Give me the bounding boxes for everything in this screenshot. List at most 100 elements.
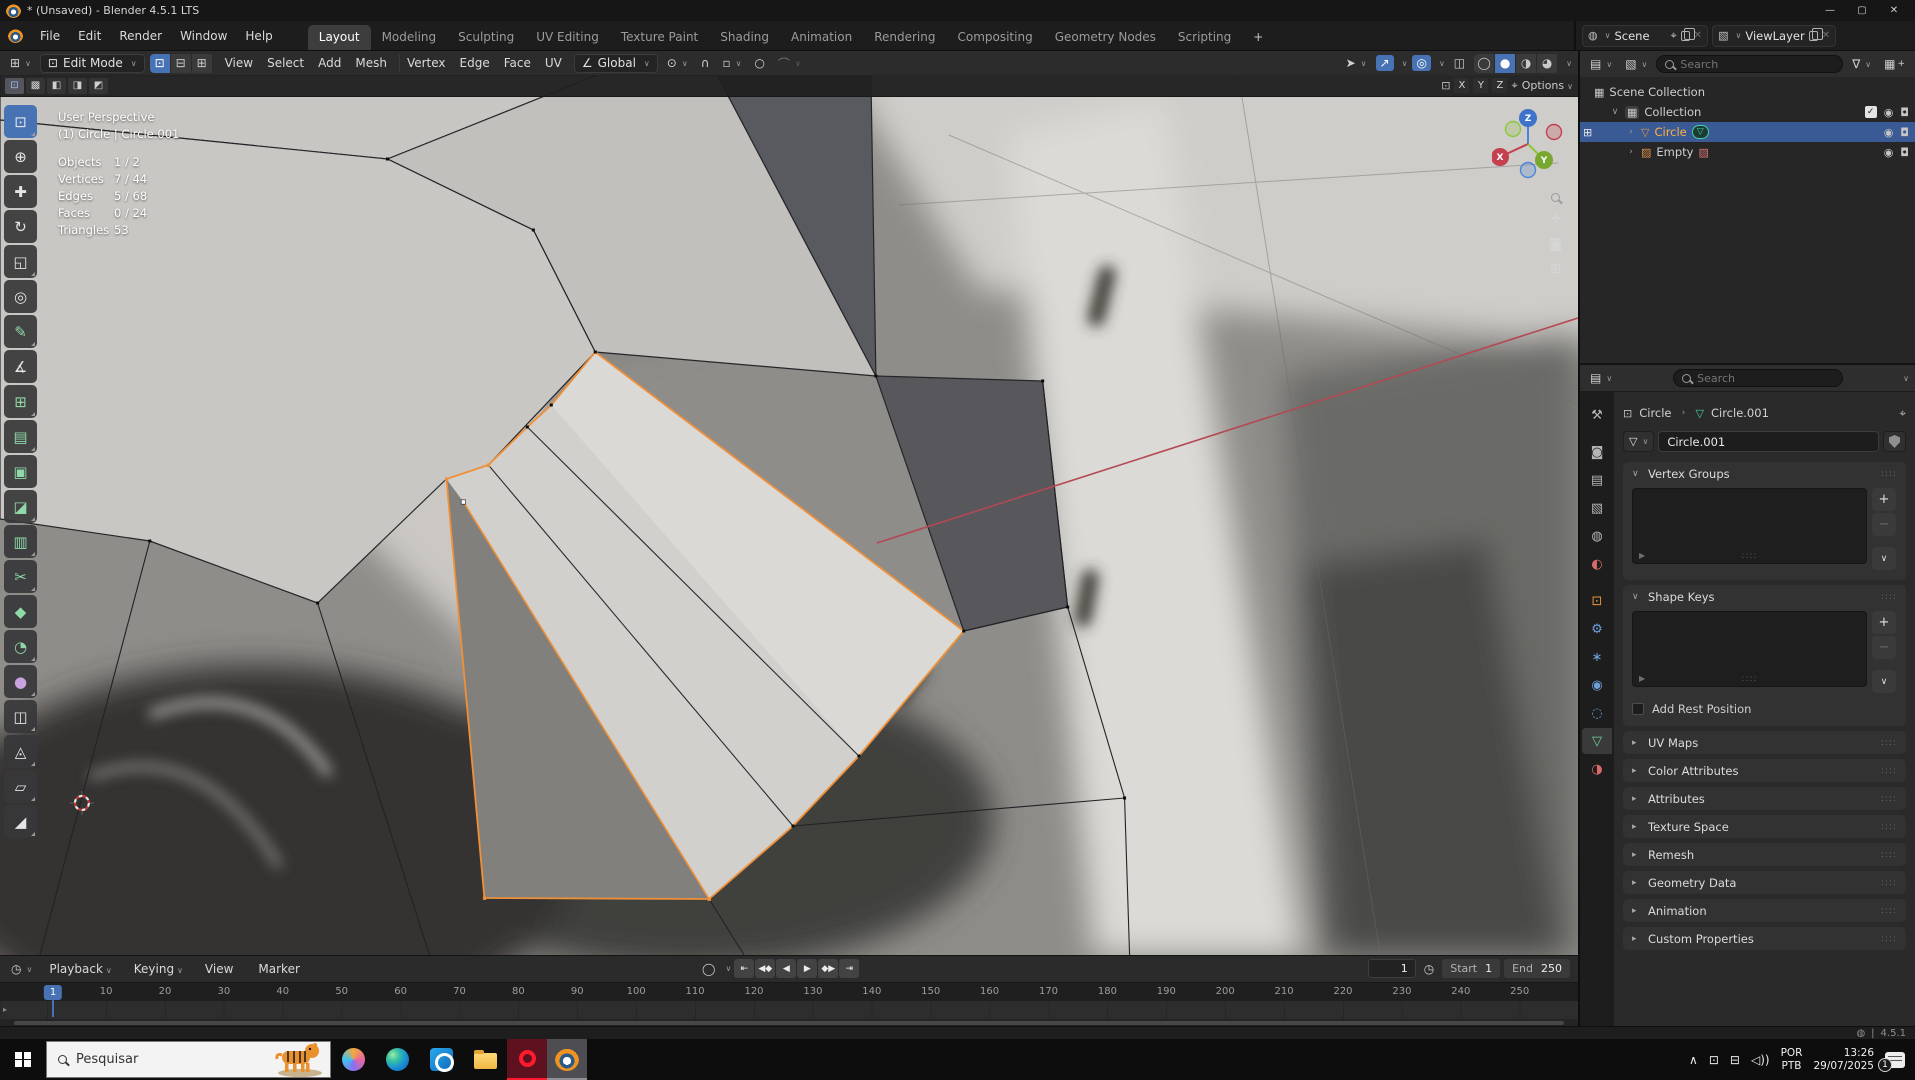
tab-modifiers[interactable]: ⚙	[1582, 616, 1612, 642]
tool-bevel[interactable]: ◪	[4, 490, 37, 523]
mode-dropdown[interactable]: ⊡ Edit Mode ∨	[39, 53, 145, 73]
select-mode-subtract[interactable]: ◧	[47, 77, 66, 94]
timeline-editor-type-button[interactable]: ◷ ∨	[7, 961, 36, 977]
tool-poly-build[interactable]: ◆	[4, 595, 37, 628]
taskbar-copilot-icon[interactable]	[331, 1039, 375, 1080]
pivot-point-dropdown[interactable]: ⊙ ∨	[663, 55, 692, 71]
menu-face[interactable]: Face	[497, 54, 538, 72]
play-reverse-button[interactable]: ◀	[776, 959, 797, 978]
3d-viewport[interactable]: ⊡ ▩ ◧ ◨ ◩ ⊡ X Y Z ⌖ Options ∨ ⊡ ⊕ ✚ ↻ ◱ ◎ ✎ ∡ ⊞ ▤ ▣ ◪ ▥ ✂ ◆…	[0, 75, 1578, 955]
timeline-menu-keying[interactable]: Keying ∨	[125, 959, 192, 979]
pin-icon[interactable]: ⌖	[1670, 29, 1676, 43]
tool-shear[interactable]: ▱	[4, 770, 37, 803]
navigation-gizmo[interactable]: Z X Y	[1492, 108, 1564, 180]
outliner-filter-type-dropdown[interactable]: ▧ ∨	[1621, 56, 1651, 72]
menu-view[interactable]: View	[218, 54, 260, 72]
menu-file[interactable]: File	[31, 26, 69, 46]
workspace-sculpting[interactable]: Sculpting	[447, 25, 525, 50]
taskbar-blender-icon[interactable]	[547, 1039, 587, 1080]
solid-shading[interactable]: ●	[1495, 53, 1517, 73]
hide-eye-icon[interactable]: ◉	[1884, 126, 1894, 139]
menu-uv[interactable]: UV	[538, 54, 569, 72]
tab-view-layer[interactable]: ▧	[1582, 495, 1612, 521]
viewlayer-selector[interactable]: ▧ ∨ ViewLayer ✕	[1712, 24, 1837, 47]
channel-collapse-icon[interactable]: ▸	[3, 1005, 7, 1014]
menu-window[interactable]: Window	[171, 26, 236, 46]
menu-vertex[interactable]: Vertex	[400, 54, 453, 72]
auto-keying-toggle[interactable]: ◯	[698, 961, 719, 977]
tool-cursor[interactable]: ⊕	[4, 140, 37, 173]
menu-edge[interactable]: Edge	[453, 54, 497, 72]
disable-render-camera-icon[interactable]: ◘	[1900, 106, 1909, 119]
mesh-browse-dropdown[interactable]: ▽ ∨	[1623, 431, 1655, 452]
transform-orientation-dropdown[interactable]: ∠ Global ∨	[573, 53, 658, 73]
timeline-menu-playback[interactable]: Playback ∨	[40, 959, 120, 979]
taskbar-file-explorer-icon[interactable]	[463, 1039, 507, 1080]
timeline-menu-view[interactable]: View	[196, 959, 245, 979]
toggle-ortho-icon[interactable]: ⊞	[1550, 262, 1561, 277]
tab-world[interactable]: ◐	[1582, 551, 1612, 577]
gizmo-negative-z[interactable]	[1519, 161, 1537, 179]
add-workspace-button[interactable]: +	[1242, 25, 1274, 50]
workspace-geometry-nodes[interactable]: Geometry Nodes	[1044, 25, 1167, 50]
tool-rip-region[interactable]: ◢	[4, 805, 37, 838]
taskbar-outlook-icon[interactable]	[419, 1039, 463, 1080]
breadcrumb-object[interactable]: Circle	[1639, 406, 1671, 420]
shape-keys-panel-header[interactable]: ∨ Shape Keys ::::	[1623, 585, 1906, 608]
select-mode-extend[interactable]: ▩	[26, 77, 45, 94]
vertex-groups-list[interactable]: ▶ ::::	[1632, 488, 1867, 564]
new-collection-button[interactable]: ▦ +	[1880, 56, 1909, 72]
taskbar-edge-icon[interactable]	[375, 1039, 419, 1080]
select-mode-intersect[interactable]: ◩	[89, 77, 108, 94]
camera-view-icon[interactable]: ◙	[1549, 237, 1562, 252]
face-select-mode[interactable]: ⊞	[191, 53, 213, 73]
taskbar-search[interactable]	[46, 1041, 331, 1078]
menu-help[interactable]: Help	[236, 26, 281, 46]
playhead[interactable]	[52, 1000, 54, 1017]
shading-dropdown[interactable]: ∨	[1566, 59, 1572, 68]
gizmo-negative-y[interactable]	[1504, 120, 1522, 138]
tool-inset-faces[interactable]: ▣	[4, 455, 37, 488]
taskbar-opera-gx-icon[interactable]	[507, 1039, 547, 1080]
pin-id-icon[interactable]: ⌖	[1900, 406, 1906, 421]
gizmo-negative-x[interactable]	[1545, 123, 1563, 141]
taskbar-search-input[interactable]	[76, 1052, 226, 1067]
new-scene-icon[interactable]	[1680, 27, 1695, 41]
frame-end-field[interactable]: End 250	[1504, 959, 1570, 978]
tool-scale[interactable]: ◱	[4, 245, 37, 278]
volume-icon[interactable]: ◁))	[1751, 1053, 1770, 1067]
tab-scene[interactable]: ◍	[1582, 523, 1612, 549]
proportional-editing-toggle[interactable]: ○	[750, 55, 768, 71]
maximize-button[interactable]: ▢	[1847, 5, 1877, 16]
outliner-row-empty[interactable]: › ▨ Empty ▨ ◉ ◘	[1580, 142, 1915, 162]
workspace-modeling[interactable]: Modeling	[371, 25, 448, 50]
workspace-animation[interactable]: Animation	[780, 25, 863, 50]
properties-editor-type-button[interactable]: ▤ ∨	[1586, 370, 1616, 386]
play-button[interactable]: ▶	[797, 959, 818, 978]
tool-smooth[interactable]: ●	[4, 665, 37, 698]
tab-physics[interactable]: ◉	[1582, 672, 1612, 698]
properties-options-dropdown[interactable]: ∨	[1903, 374, 1909, 383]
outliner-row-scene-collection[interactable]: ▦ Scene Collection	[1580, 82, 1915, 102]
outliner-row-circle[interactable]: ⊞ › ▽ Circle ▽ ◉ ◘	[1580, 122, 1915, 142]
tab-object[interactable]: ⊡	[1582, 588, 1612, 614]
add-shape-key-button[interactable]: +	[1872, 611, 1896, 634]
menu-mesh[interactable]: Mesh	[348, 54, 394, 72]
show-overlays-toggle[interactable]: ◎	[1412, 55, 1431, 71]
hide-eye-icon[interactable]: ◉	[1884, 146, 1894, 159]
pan-view-icon[interactable]: ✛	[1550, 212, 1561, 227]
tool-rotate[interactable]: ↻	[4, 210, 37, 243]
tool-extrude-region[interactable]: ▤	[4, 420, 37, 453]
workspace-shading[interactable]: Shading	[709, 25, 780, 50]
minimize-button[interactable]: —	[1815, 5, 1845, 16]
add-vertex-group-button[interactable]: +	[1872, 488, 1896, 511]
close-button[interactable]: ✕	[1879, 5, 1909, 16]
menu-add[interactable]: Add	[311, 54, 348, 72]
expand-chevron-icon[interactable]: ›	[1626, 147, 1636, 157]
timeline-ruler[interactable]: 1 10 20 30 40 50 60 70 80 90 100 110 120 130 140 150 160…	[0, 982, 1578, 1001]
select-mode-invert[interactable]: ◨	[68, 77, 87, 94]
zoom-view-icon[interactable]	[1551, 193, 1561, 202]
tab-output[interactable]: ▤	[1582, 467, 1612, 493]
outliner-search[interactable]	[1656, 55, 1844, 73]
fake-user-shield-button[interactable]	[1883, 431, 1906, 452]
